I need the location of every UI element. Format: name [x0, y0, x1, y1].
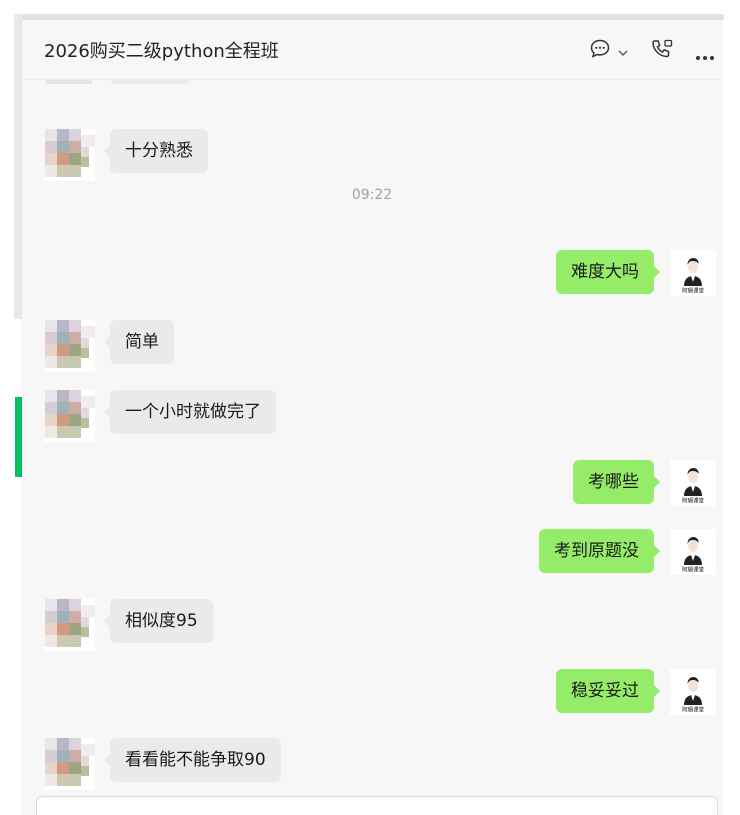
chevron-down-icon[interactable] [617, 43, 629, 62]
self-avatar[interactable]: 阿珊课堂 [670, 529, 716, 575]
message-bubble[interactable]: 简单 [104, 320, 174, 364]
message-bubble[interactable]: 相似度95 [104, 599, 213, 643]
message-bubble-self[interactable]: 稳妥妥过 [556, 669, 660, 713]
contact-avatar[interactable] [45, 738, 95, 790]
self-avatar-caption: 阿珊课堂 [682, 287, 705, 295]
timestamp: 09:22 [351, 187, 393, 203]
self-avatar-caption: 阿珊课堂 [682, 566, 705, 574]
window-frame-left [14, 14, 22, 319]
chat-bubble-icon[interactable] [589, 38, 611, 64]
chat-header: 2026购买二级python全程班 [22, 20, 722, 80]
self-avatar-caption: 阿珊课堂 [682, 497, 705, 505]
self-avatar[interactable]: 阿珊课堂 [670, 250, 716, 296]
message-bubble-partial [110, 80, 190, 84]
message-input-edge[interactable] [36, 796, 718, 815]
message-bubble[interactable]: 看看能不能争取90 [104, 738, 281, 782]
self-avatar[interactable]: 阿珊课堂 [670, 669, 716, 715]
contact-avatar[interactable] [45, 599, 95, 651]
message-bubble-self[interactable]: 考到原题没 [539, 529, 660, 573]
chat-title: 2026购买二级python全程班 [44, 41, 279, 62]
message-bubble-self[interactable]: 考哪些 [573, 460, 660, 504]
contact-avatar[interactable] [45, 129, 95, 181]
message-bubble[interactable]: 一个小时就做完了 [104, 390, 276, 434]
contact-avatar-partial [46, 80, 92, 84]
contact-avatar[interactable] [45, 390, 95, 442]
selected-indicator [15, 397, 22, 477]
message-list[interactable]: 十分熟悉 09:22 难度大吗 阿珊课堂 简单 一个小时就做完了 考哪些 阿珊课… [22, 80, 722, 815]
self-avatar-caption: 阿珊课堂 [682, 706, 705, 714]
message-bubble-self[interactable]: 难度大吗 [556, 250, 660, 294]
chat-window: 2026购买二级python全程班 十分熟悉 09:22 难度大吗 阿珊课堂 简… [22, 20, 722, 815]
more-icon[interactable] [695, 46, 715, 65]
self-avatar[interactable]: 阿珊课堂 [670, 460, 716, 506]
message-bubble[interactable]: 十分熟悉 [104, 129, 208, 173]
contact-avatar[interactable] [45, 320, 95, 372]
phone-icon[interactable] [650, 38, 674, 64]
